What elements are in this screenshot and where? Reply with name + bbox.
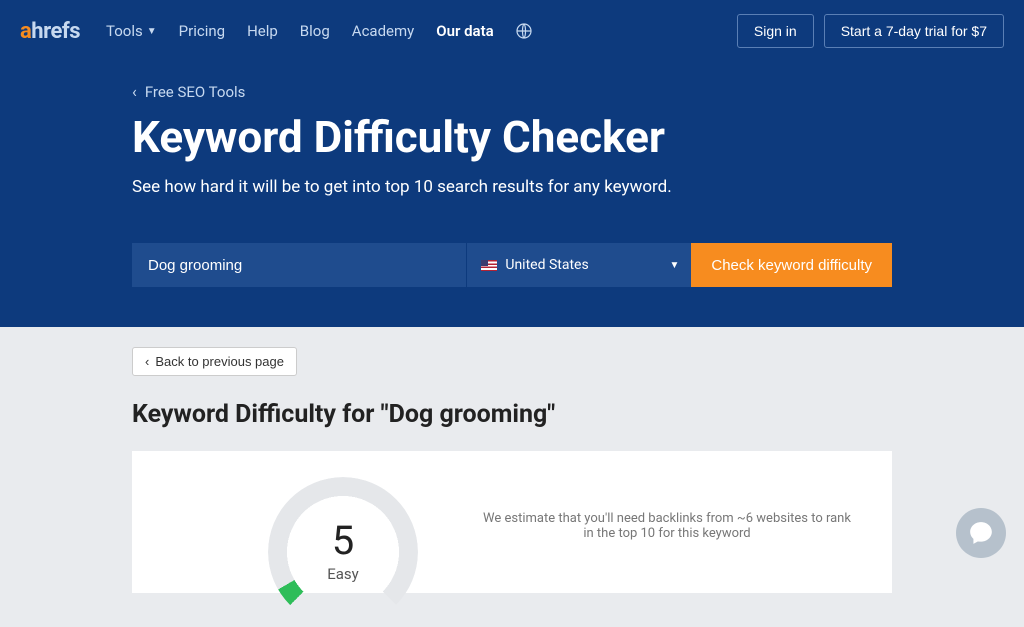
trial-button[interactable]: Start a 7-day trial for $7 [824, 14, 1004, 48]
difficulty-score: 5 [268, 517, 418, 564]
sign-in-button[interactable]: Sign in [737, 14, 814, 48]
nav-our-data[interactable]: Our data [436, 22, 493, 40]
nav-tools[interactable]: Tools ▼ [106, 22, 157, 40]
estimate-text: We estimate that you'll need backlinks f… [478, 477, 856, 567]
back-button[interactable]: ‹ Back to previous page [132, 347, 297, 376]
nav-buttons: Sign in Start a 7-day trial for $7 [737, 14, 1004, 48]
nav-tools-label: Tools [106, 22, 143, 40]
top-nav: ahrefs Tools ▼ Pricing Help Blog Academy … [0, 0, 1024, 62]
nav-blog[interactable]: Blog [300, 22, 330, 40]
country-select[interactable]: United States ▼ [466, 243, 691, 287]
country-label: United States [505, 257, 588, 273]
breadcrumb[interactable]: ‹ Free SEO Tools [132, 82, 892, 101]
difficulty-label: Easy [268, 565, 418, 583]
globe-icon[interactable] [516, 23, 532, 39]
breadcrumb-label: Free SEO Tools [145, 83, 246, 101]
result-title-prefix: Keyword Difficulty for [132, 400, 381, 429]
difficulty-gauge: 5 Easy [268, 477, 418, 567]
caret-down-icon: ▼ [147, 26, 157, 37]
result-title: Keyword Difficulty for "Dog grooming" [132, 400, 892, 429]
us-flag-icon [481, 260, 497, 271]
nav-help[interactable]: Help [247, 22, 278, 40]
search-row: United States ▼ Check keyword difficulty [132, 243, 892, 287]
page-title: Keyword Difficulty Checker [132, 111, 892, 163]
logo[interactable]: ahrefs [20, 19, 80, 44]
chevron-left-icon: ‹ [145, 354, 149, 369]
chat-widget[interactable] [956, 508, 1006, 558]
logo-a: a [20, 19, 31, 44]
chat-icon [968, 520, 994, 546]
nav-pricing[interactable]: Pricing [179, 22, 225, 40]
page-subtitle: See how hard it will be to get into top … [132, 177, 892, 197]
result-title-keyword: "Dog grooming" [381, 400, 556, 429]
check-difficulty-button[interactable]: Check keyword difficulty [691, 243, 892, 287]
chevron-left-icon: ‹ [132, 82, 137, 101]
logo-rest: hrefs [31, 19, 80, 44]
nav-links: Tools ▼ Pricing Help Blog Academy Our dat… [106, 22, 532, 40]
caret-down-icon: ▼ [669, 260, 679, 271]
nav-academy[interactable]: Academy [352, 22, 414, 40]
keyword-input[interactable] [132, 243, 466, 287]
back-label: Back to previous page [155, 354, 284, 369]
result-card: 5 Easy We estimate that you'll need back… [132, 451, 892, 593]
